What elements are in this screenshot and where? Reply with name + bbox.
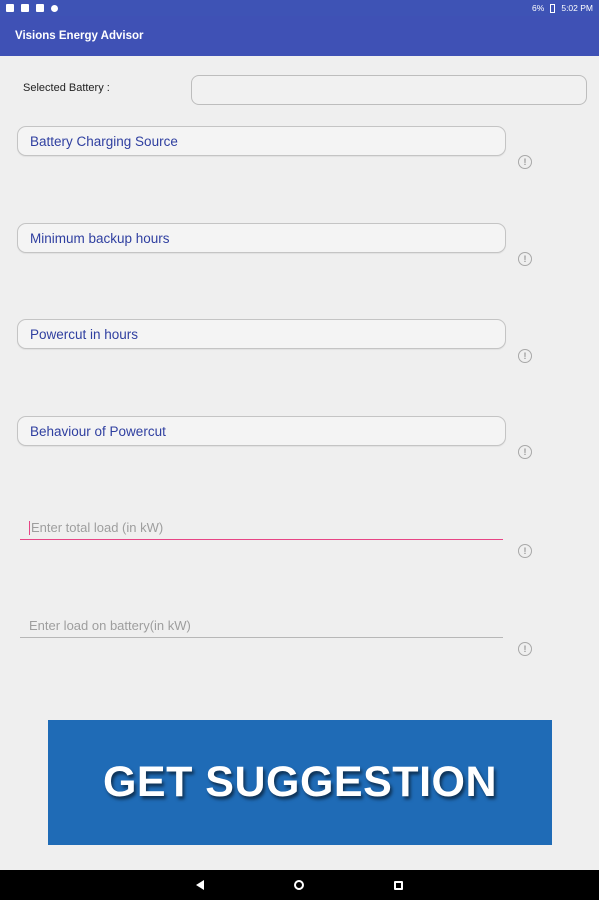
status-bar: 6% 5:02 PM [0, 0, 599, 16]
get-suggestion-button[interactable]: GET SUGGESTION [48, 720, 552, 845]
min-backup-hours-label: Minimum backup hours [30, 230, 170, 246]
total-load-input[interactable]: Enter total load (in kW) [20, 512, 503, 540]
recent-apps-icon[interactable] [394, 880, 403, 890]
powercut-behaviour-info-icon[interactable]: ! [518, 445, 532, 459]
home-icon[interactable] [294, 880, 304, 890]
powercut-hours-info-icon[interactable]: ! [518, 349, 532, 363]
charging-source-info-icon[interactable]: ! [518, 155, 532, 169]
battery-load-info-icon[interactable]: ! [518, 642, 532, 656]
clock: 5:02 PM [561, 3, 593, 13]
navigation-bar [0, 870, 599, 900]
selected-battery-label: Selected Battery : [23, 82, 110, 94]
battery-percent: 6% [532, 3, 545, 13]
notification-icon [6, 4, 14, 12]
selected-battery-field[interactable] [191, 75, 587, 105]
powercut-hours-label: Powercut in hours [30, 326, 139, 342]
min-backup-hours-info-icon[interactable]: ! [518, 252, 532, 266]
notification-icon [36, 4, 44, 12]
notification-icon [21, 4, 29, 12]
min-backup-hours-dropdown[interactable]: Minimum backup hours [17, 223, 506, 253]
notification-icons [6, 4, 58, 12]
system-status: 6% 5:02 PM [532, 3, 593, 13]
notification-icon [51, 4, 58, 12]
total-load-info-icon[interactable]: ! [518, 544, 532, 558]
app-bar: Visions Energy Advisor [0, 16, 599, 56]
charging-source-dropdown[interactable]: Battery Charging Source [17, 126, 506, 156]
battery-load-input[interactable]: Enter load on battery(in kW) [20, 610, 503, 638]
total-load-placeholder: Enter total load (in kW) [31, 520, 164, 535]
powercut-hours-dropdown[interactable]: Powercut in hours [17, 319, 506, 349]
app-title: Visions Energy Advisor [15, 30, 144, 42]
text-cursor [29, 521, 30, 535]
back-icon[interactable] [196, 880, 204, 890]
battery-load-placeholder: Enter load on battery(in kW) [29, 618, 191, 633]
get-suggestion-label: GET SUGGESTION [102, 758, 498, 806]
powercut-behaviour-label: Behaviour of Powercut [30, 423, 166, 439]
battery-icon [550, 3, 556, 13]
powercut-behaviour-dropdown[interactable]: Behaviour of Powercut [17, 416, 506, 446]
charging-source-label: Battery Charging Source [30, 133, 178, 149]
